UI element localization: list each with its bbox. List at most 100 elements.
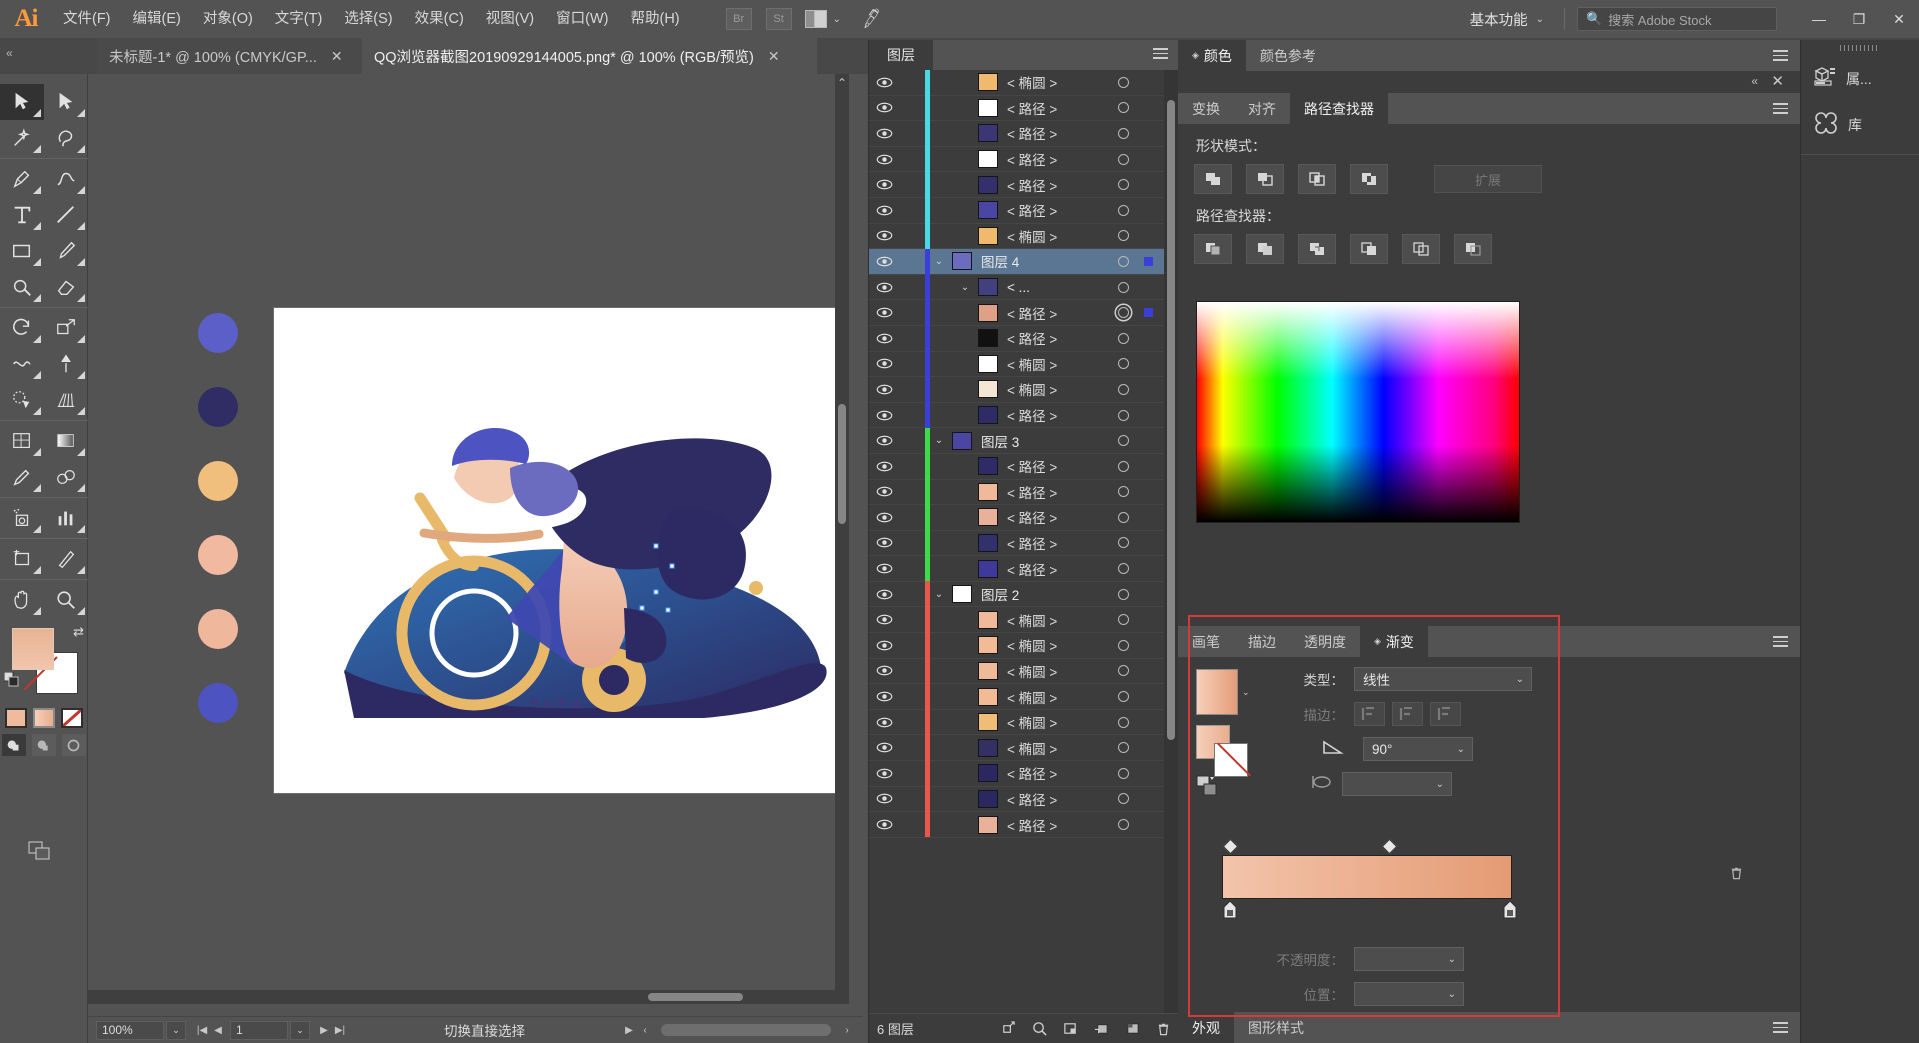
panel-collapse-left-icon[interactable]: « [6, 46, 13, 60]
layer-target-indicator[interactable] [1118, 102, 1129, 114]
gradient-stop-start-handle[interactable] [1223, 900, 1237, 919]
selection-tool[interactable] [0, 84, 44, 120]
layer-target-indicator[interactable] [1118, 614, 1129, 626]
layer-target-indicator[interactable] [1118, 383, 1129, 395]
arrange-chevron-down-icon[interactable]: ⌄ [833, 14, 841, 25]
gradient-presets-chevron-down-icon[interactable]: ⌄ [1242, 687, 1250, 698]
document-tab-untitled-close-icon[interactable]: ✕ [331, 48, 343, 65]
layers-scroll-thumb[interactable] [1167, 100, 1175, 740]
stroke-across-icon[interactable] [1430, 702, 1461, 726]
layer-visibility-icon[interactable] [869, 333, 899, 344]
layer-visibility-icon[interactable] [869, 640, 899, 651]
last-artboard-button[interactable]: ▶| [332, 1025, 348, 1036]
layer-target-indicator[interactable] [1118, 511, 1129, 523]
layer-row[interactable]: < 路径 > [869, 146, 1165, 173]
canvas-vertical-scroll-thumb[interactable] [838, 404, 846, 524]
layer-row[interactable]: < 椭圆 > [869, 709, 1165, 736]
hand-tool[interactable] [0, 582, 44, 618]
layer-target-indicator[interactable] [1118, 691, 1129, 703]
layer-visibility-icon[interactable] [869, 614, 899, 625]
layer-row[interactable]: < 椭圆 > [869, 351, 1165, 378]
unite-icon[interactable] [1194, 164, 1232, 194]
tab-color-guide[interactable]: 颜色参考 [1246, 40, 1330, 71]
workspace-chevron-down-icon[interactable]: ⌄ [1536, 14, 1544, 25]
layer-target-indicator[interactable] [1118, 281, 1129, 293]
gradient-fill-stroke-toggle-icon[interactable] [1196, 775, 1226, 801]
tab-align[interactable]: 对齐 [1234, 93, 1290, 124]
layer-visibility-icon[interactable] [869, 512, 899, 523]
status-scrollbar-thumb[interactable] [661, 1024, 831, 1036]
layer-row[interactable]: < 路径 > [869, 171, 1165, 198]
gradient-aspect-field[interactable]: ⌄ [1342, 772, 1452, 796]
layer-target-indicator[interactable] [1118, 563, 1129, 575]
menu-object[interactable]: 对象(O) [192, 0, 264, 38]
layer-row[interactable]: < 路径 > [869, 530, 1165, 557]
layer-visibility-icon[interactable] [869, 819, 899, 830]
palette-dot-5[interactable] [198, 609, 238, 649]
menu-edit[interactable]: 编辑(E) [122, 0, 192, 38]
palette-dot-3[interactable] [198, 461, 238, 501]
minus-front-icon[interactable] [1246, 164, 1284, 194]
layer-row[interactable]: < 椭圆 > [869, 658, 1165, 685]
layer-visibility-icon[interactable] [869, 384, 899, 395]
layer-target-indicator[interactable] [1118, 332, 1129, 344]
layer-visibility-icon[interactable] [869, 205, 899, 216]
layer-row[interactable]: < 椭圆 > [869, 223, 1165, 250]
workspace-label[interactable]: 基本功能 [1470, 9, 1528, 30]
blend-tool[interactable] [44, 459, 88, 495]
document-tab-qq-screenshot-close-icon[interactable]: ✕ [768, 48, 780, 65]
layer-visibility-icon[interactable] [869, 307, 899, 318]
layer-visibility-icon[interactable] [869, 435, 899, 446]
layer-disclosure-triangle[interactable]: ⌄ [930, 256, 948, 267]
delete-gradient-stop-icon[interactable] [1729, 865, 1744, 885]
bridge-button[interactable]: Br [725, 8, 752, 30]
layer-row[interactable]: < 路径 > [869, 811, 1165, 838]
layer-visibility-icon[interactable] [869, 77, 899, 88]
layer-disclosure-triangle[interactable]: ⌄ [930, 435, 948, 446]
perspective-grid-tool[interactable] [44, 382, 88, 418]
window-minimize-button[interactable]: — [1799, 0, 1839, 38]
layer-target-indicator[interactable] [1118, 127, 1129, 139]
layer-row[interactable]: < 路径 > [869, 504, 1165, 531]
layer-visibility-icon[interactable] [869, 486, 899, 497]
curvature-tool[interactable] [44, 161, 88, 197]
gradient-fill-button[interactable] [32, 708, 55, 728]
color-spectrum[interactable] [1196, 301, 1520, 523]
layer-row[interactable]: < 椭圆 > [869, 734, 1165, 762]
menu-view[interactable]: 视图(V) [475, 0, 545, 38]
shaper-tool[interactable] [0, 269, 44, 305]
layer-target-indicator[interactable] [1118, 230, 1129, 242]
merge-icon[interactable] [1298, 234, 1336, 264]
layer-row[interactable]: < 路径 > [869, 299, 1165, 326]
symbol-sprayer-tool[interactable] [0, 500, 44, 536]
canvas-scroll-region[interactable]: ⌃ [88, 74, 849, 1004]
gradient-slider[interactable] [1222, 855, 1512, 899]
pathfinder-close-icon[interactable]: ✕ [1771, 72, 1784, 90]
canvas-horizontal-scroll-thumb[interactable] [648, 993, 743, 1001]
layer-target-indicator[interactable] [1118, 767, 1129, 779]
layer-visibility-icon[interactable] [869, 537, 899, 548]
stock-search-input[interactable]: 🔍 搜索 Adobe Stock [1577, 7, 1777, 31]
gradient-stroke-swatch[interactable] [1214, 743, 1248, 777]
layer-target-indicator[interactable] [1118, 665, 1129, 677]
layer-target-indicator[interactable] [1118, 639, 1129, 651]
palette-dot-6[interactable] [198, 683, 238, 723]
layer-disclosure-triangle[interactable]: ⌄ [956, 282, 974, 293]
layer-visibility-icon[interactable] [869, 717, 899, 728]
default-fill-stroke-icon[interactable] [3, 671, 20, 688]
window-restore-button[interactable]: ❐ [1839, 0, 1879, 38]
artboard-tool[interactable] [0, 541, 44, 577]
zoom-tool[interactable] [44, 582, 88, 618]
layer-target-indicator[interactable] [1118, 204, 1129, 216]
layer-row[interactable]: < 路径 > [869, 479, 1165, 506]
width-tool[interactable] [0, 346, 44, 382]
layer-row[interactable]: < 路径 > [869, 325, 1165, 352]
palette-dot-2[interactable] [198, 387, 238, 427]
normal-screen-mode-button[interactable] [1, 734, 26, 756]
rail-item-properties[interactable]: 属... [1801, 56, 1919, 102]
layer-row[interactable]: < 椭圆 > [869, 70, 1165, 96]
type-tool[interactable] [0, 197, 44, 233]
trim-icon[interactable] [1246, 234, 1284, 264]
tab-pathfinder[interactable]: 路径查找器 [1290, 93, 1388, 124]
eraser-tool[interactable] [44, 269, 88, 305]
